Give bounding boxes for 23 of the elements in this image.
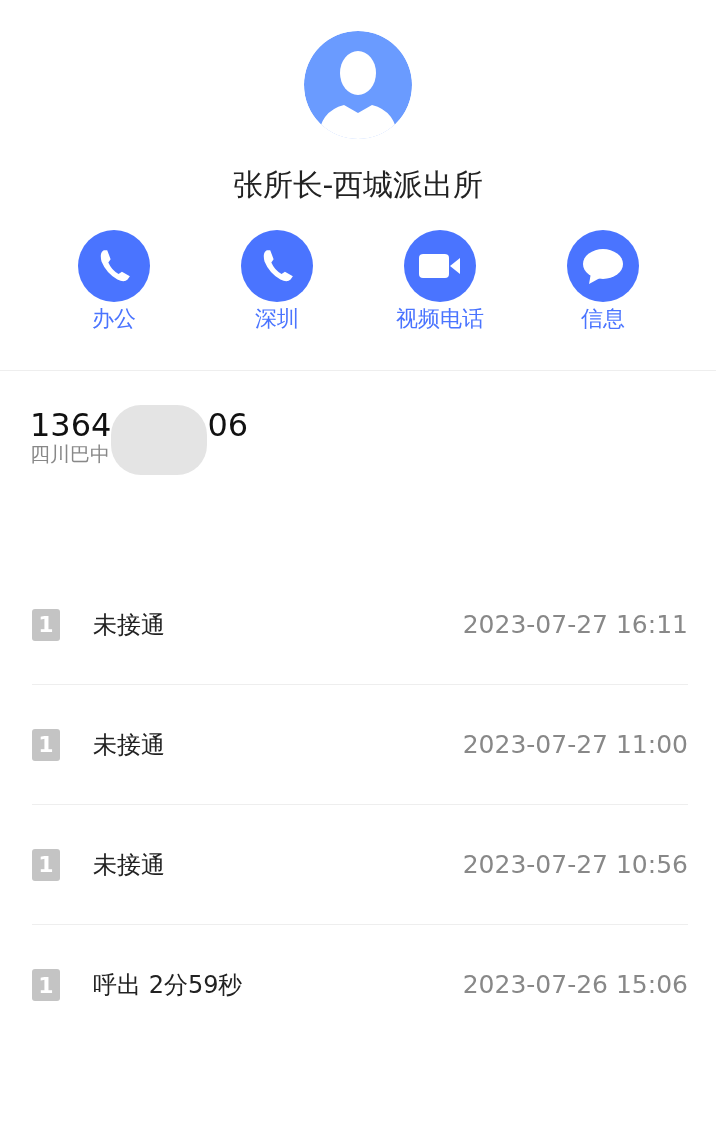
call-time: 2023-07-27 11:00: [462, 728, 688, 761]
contact-name: 张所长-西城派出所: [232, 166, 484, 204]
call-time: 2023-07-27 10:56: [462, 848, 688, 881]
action-label: 视频电话: [395, 305, 484, 333]
call-status: 未接通: [93, 729, 165, 761]
sim-badge: 1: [32, 728, 60, 761]
avatar-icon: [304, 31, 412, 139]
action-label: 深圳: [254, 305, 299, 333]
sim-badge: 1: [32, 969, 60, 1001]
call-status: 未接通: [93, 609, 165, 641]
call-status: 呼出 2分59秒: [93, 970, 243, 1001]
speech-bubble-icon: [582, 248, 623, 284]
call-time: 2023-07-27 16:11: [462, 608, 688, 641]
call-status: 未接通: [93, 849, 165, 881]
phone-number: 06: [207, 405, 249, 446]
video-camera-icon: [419, 254, 460, 278]
phone-number: 1364: [30, 405, 112, 444]
action-label: 办公: [91, 305, 136, 333]
sim-badge: 1: [32, 848, 60, 881]
location-text: 四川巴中: [30, 441, 111, 467]
call-time: 2023-07-26 15:06: [462, 969, 688, 1002]
action-label: 信息: [580, 305, 625, 333]
sim-badge: 1: [32, 608, 60, 641]
